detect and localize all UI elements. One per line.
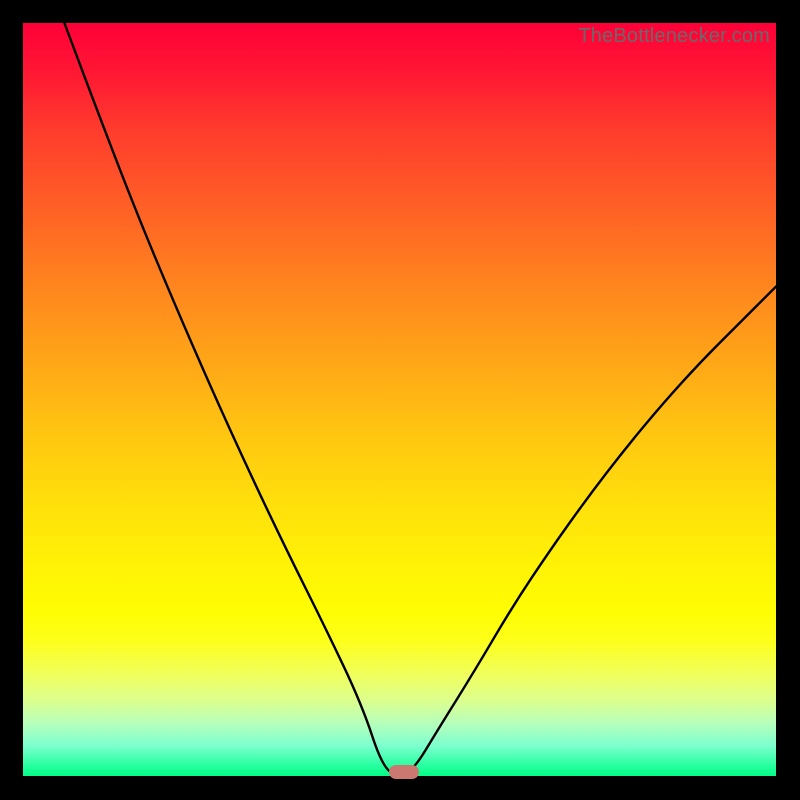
- minimum-marker: [389, 765, 419, 779]
- bottleneck-curve: [23, 23, 776, 776]
- plot-area: TheBottlenecker.com: [23, 23, 776, 776]
- chart-frame: TheBottlenecker.com: [0, 0, 800, 800]
